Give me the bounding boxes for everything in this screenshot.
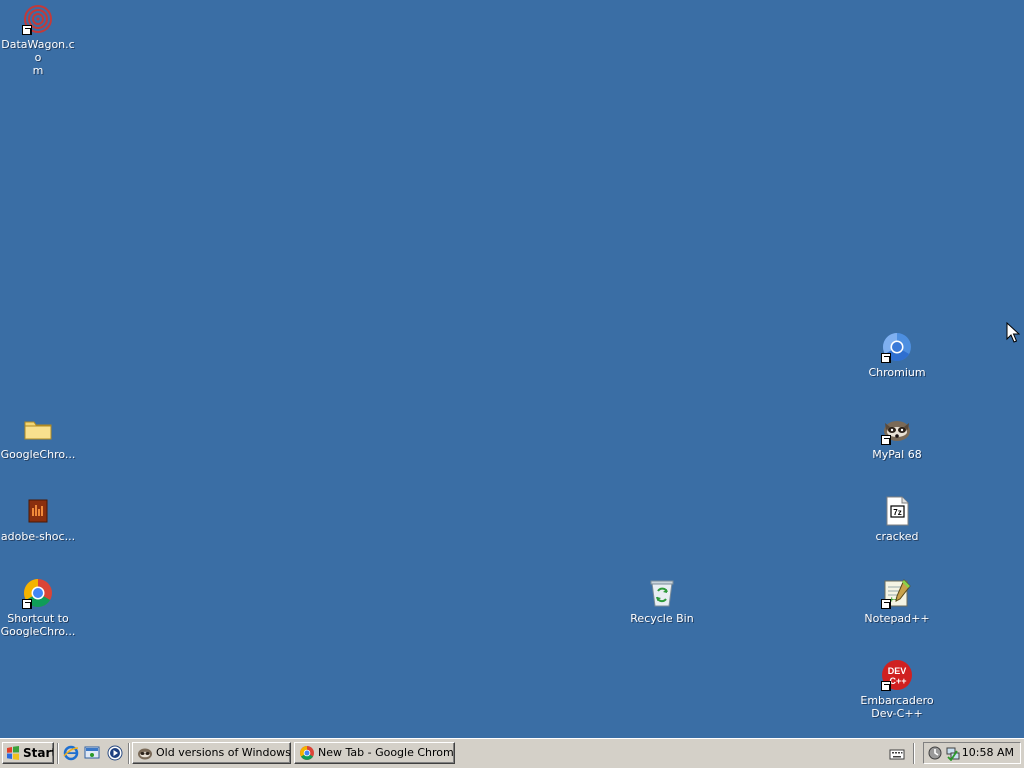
media-player-icon[interactable] [107,745,123,761]
keyboard-icon[interactable] [889,746,905,762]
network-icon[interactable] [945,745,961,762]
shortcut-arrow-icon [22,599,32,609]
taskbar: Start Old versions of Windows... New Tab… [0,738,1024,768]
task-label: Old versions of Windows... [156,746,291,759]
recycle-bin-icon [646,577,678,609]
folder-icon [22,413,54,445]
shortcut-arrow-icon [881,599,891,609]
taskbar-separator [913,743,915,764]
desktop-icon-label: Notepad++ [864,612,930,625]
chromium-icon [881,331,913,363]
desktop-icon-notepad-plus-plus[interactable]: ++ Notepad++ [859,577,935,625]
desktop-icon-label: Chromium [868,366,926,379]
mypal-icon [137,745,153,761]
7z-file-icon: 7z [881,495,913,527]
desktop-icon-recycle-bin[interactable]: Recycle Bin [624,577,700,625]
svg-text:7z: 7z [893,508,901,517]
desktop-icon-datawagon[interactable]: DataWagon.co m [0,3,76,77]
svg-text:C++: C++ [889,676,906,686]
desktop-icon-label: Recycle Bin [630,612,694,625]
desktop-icon-chromium[interactable]: Chromium [859,331,935,379]
desktop-icon-label: Shortcut to GoogleChro... [0,612,76,638]
desktop-icon-label: GoogleChro... [0,448,76,461]
desktop-icon-label: DataWagon.co m [1,38,75,77]
mypal-icon [881,413,913,445]
shortcut-arrow-icon [881,681,891,691]
start-button[interactable]: Start [2,742,54,764]
desktop-icon-label: cracked [875,530,919,543]
chrome-icon [299,745,315,761]
mouse-cursor-icon [1006,321,1021,344]
desktop-icon-mypal-68[interactable]: MyPal 68 [859,413,935,461]
taskbar-separator [57,743,59,764]
show-desktop-icon[interactable] [84,745,100,761]
task-label: New Tab - Google Chrome [318,746,455,759]
shortcut-arrow-icon [881,435,891,445]
svg-text:DEV: DEV [888,666,907,676]
notepad-plus-plus-icon: ++ [881,577,913,609]
desktop-icon-label: Embarcadero Dev-C++ [860,694,934,720]
shortcut-arrow-icon [881,353,891,363]
desktop: DataWagon.co m GoogleChro... adobe-shoc.… [0,0,1024,738]
desktop-icon-dev-cpp[interactable]: DEV C++ Embarcadero Dev-C++ [859,659,935,720]
adobe-shockwave-icon [22,495,54,527]
datawagon-icon [22,3,54,35]
taskbar-separator [128,743,130,764]
shortcut-arrow-icon [22,25,32,35]
desktop-icon-googlechrome-folder[interactable]: GoogleChro... [0,413,76,461]
desktop-icon-shortcut-googlechrome[interactable]: Shortcut to GoogleChro... [0,577,76,638]
security-icon[interactable] [927,745,943,761]
task-button-new-tab-google-chrome[interactable]: New Tab - Google Chrome [294,742,455,764]
dev-cpp-icon: DEV C++ [881,659,913,691]
task-button-old-versions-of-windows[interactable]: Old versions of Windows... [132,742,291,764]
chrome-icon [22,577,54,609]
desktop-icon-label: adobe-shoc... [0,530,76,543]
windows-logo-icon [6,746,20,760]
desktop-icon-adobe-shockwave[interactable]: adobe-shoc... [0,495,76,543]
system-tray: 10:58 AM [923,742,1021,764]
desktop-icon-cracked[interactable]: 7z cracked [859,495,935,543]
desktop-icon-label: MyPal 68 [872,448,922,461]
start-label: Start [23,746,54,760]
clock[interactable]: 10:58 AM [962,743,1014,763]
internet-explorer-icon[interactable] [63,745,79,761]
